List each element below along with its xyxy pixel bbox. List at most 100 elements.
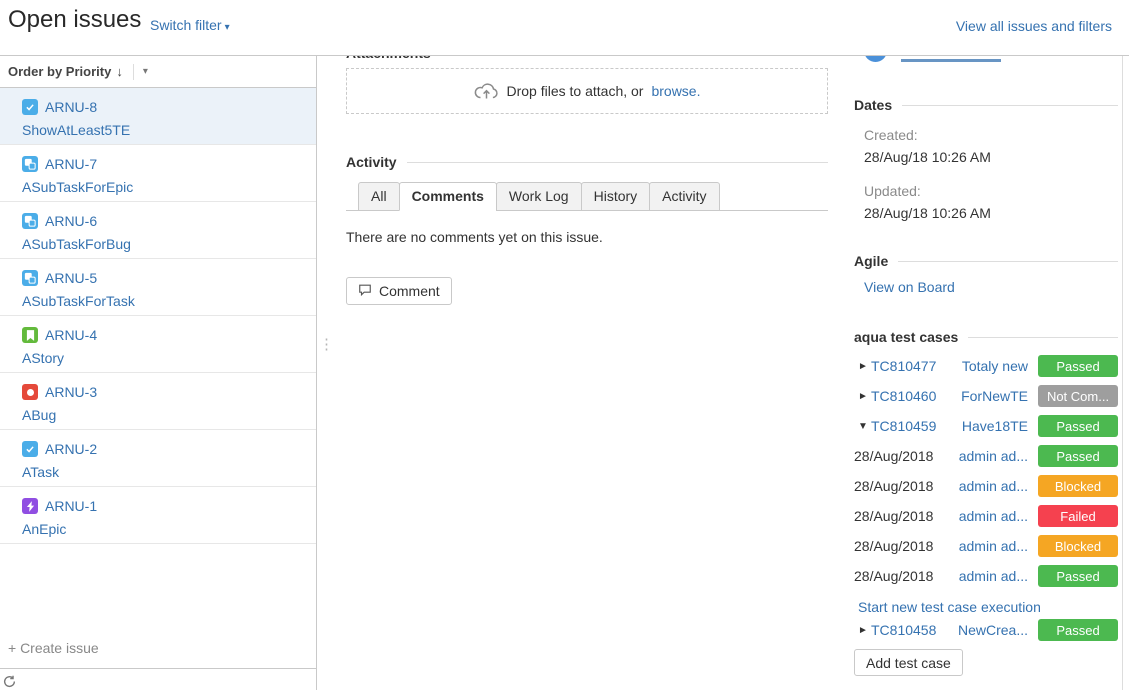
execution-user-link[interactable]: admin ad...: [933, 478, 1028, 494]
execution-row: 28/Aug/2018 admin ad... Blocked: [854, 531, 1118, 561]
issue-key-link[interactable]: ARNU-8: [45, 99, 97, 115]
epic-icon: [22, 498, 38, 514]
tab-comments[interactable]: Comments: [399, 182, 497, 211]
issue-key-link[interactable]: ARNU-5: [45, 270, 97, 286]
issue-list-item-arnu-6[interactable]: ARNU-6 ASubTaskForBug: [0, 202, 316, 259]
comment-button-label: Comment: [379, 283, 440, 299]
add-test-case-button[interactable]: Add test case: [854, 649, 963, 676]
issue-key-link[interactable]: ARNU-4: [45, 327, 97, 343]
status-badge[interactable]: Passed: [1038, 565, 1118, 587]
heading-rule: [968, 337, 1118, 338]
comment-button[interactable]: Comment: [346, 277, 452, 305]
page-header: Open issues Switch filter▾ View all issu…: [0, 0, 1129, 56]
issue-summary-link[interactable]: ASubTaskForEpic: [22, 177, 306, 197]
main-layout: Order by Priority ↓ ▾ ARNU-8 ShowAtLeast…: [0, 56, 1129, 690]
issue-key-link[interactable]: ARNU-3: [45, 384, 97, 400]
agile-heading: Agile: [854, 253, 1118, 269]
collapse-arrow-icon[interactable]: ▼: [858, 421, 871, 432]
issue-list-item-arnu-1[interactable]: ARNU-1 AnEpic: [0, 487, 316, 544]
tab-work-log[interactable]: Work Log: [496, 182, 582, 211]
execution-user-link[interactable]: admin ad...: [933, 568, 1028, 584]
view-all-issues-link[interactable]: View all issues and filters: [956, 18, 1112, 34]
create-issue-link[interactable]: + Create issue: [0, 640, 316, 668]
divider: [133, 64, 134, 80]
subtask-icon: [22, 213, 38, 229]
attachment-dropzone[interactable]: Drop files to attach, or browse.: [346, 68, 828, 114]
status-badge[interactable]: Not Com...: [1038, 385, 1118, 407]
expand-arrow-icon[interactable]: ►: [858, 391, 871, 402]
issue-summary-link[interactable]: ATask: [22, 462, 306, 482]
dates-heading: Dates: [854, 97, 1118, 113]
execution-date: 28/Aug/2018: [854, 538, 933, 554]
tab-history[interactable]: History: [581, 182, 651, 211]
test-case-link[interactable]: TC810458: [871, 622, 936, 638]
expand-arrow-icon[interactable]: ►: [858, 361, 871, 372]
status-badge[interactable]: Failed: [1038, 505, 1118, 527]
created-value: 28/Aug/18 10:26 AM: [864, 147, 1118, 167]
status-badge[interactable]: Passed: [1038, 445, 1118, 467]
scrollbar-track[interactable]: [1122, 56, 1123, 690]
issue-summary-link[interactable]: ShowAtLeast5TE: [22, 120, 306, 140]
execution-row: 28/Aug/2018 admin ad... Passed: [854, 561, 1118, 591]
test-case-name-link[interactable]: NewCrea...: [936, 622, 1028, 638]
order-by-label[interactable]: Order by Priority: [8, 64, 111, 79]
task-icon: [22, 441, 38, 457]
status-badge[interactable]: Passed: [1038, 355, 1118, 377]
issue-summary-link[interactable]: ABug: [22, 405, 306, 425]
test-case-name-link[interactable]: Have18TE: [936, 418, 1028, 434]
test-case-link[interactable]: TC810459: [871, 418, 936, 434]
issue-key-link[interactable]: ARNU-2: [45, 441, 97, 457]
expand-arrow-icon[interactable]: ►: [858, 625, 871, 636]
issue-summary-link[interactable]: ASubTaskForBug: [22, 234, 306, 254]
panel-resize-handle[interactable]: ⋮: [319, 341, 334, 349]
status-badge[interactable]: Passed: [1038, 415, 1118, 437]
test-case-name-link[interactable]: ForNewTE: [936, 388, 1028, 404]
status-badge[interactable]: Blocked: [1038, 535, 1118, 557]
subtask-icon: [22, 156, 38, 172]
issue-key-link[interactable]: ARNU-1: [45, 498, 97, 514]
status-badge[interactable]: Passed: [1038, 619, 1118, 641]
issue-summary-link[interactable]: ASubTaskForTask: [22, 291, 306, 311]
tab-activity[interactable]: Activity: [649, 182, 719, 211]
execution-date: 28/Aug/2018: [854, 568, 933, 584]
view-on-board-link[interactable]: View on Board: [864, 279, 1118, 295]
chevron-down-icon: ▾: [225, 22, 230, 33]
clipped-people-row: [854, 56, 1118, 64]
issue-list-item-arnu-2[interactable]: ARNU-2 ATask: [0, 430, 316, 487]
test-case-name-link[interactable]: Totaly new: [936, 358, 1028, 374]
issue-list-item-arnu-8[interactable]: ARNU-8 ShowAtLeast5TE: [0, 88, 316, 145]
story-icon: [22, 327, 38, 343]
issue-list-item-arnu-7[interactable]: ARNU-7 ASubTaskForEpic: [0, 145, 316, 202]
activity-tabs: All Comments Work Log History Activity: [346, 182, 828, 211]
execution-user-link[interactable]: admin ad...: [933, 508, 1028, 524]
page-title: Open issues: [8, 6, 141, 34]
heading-rule: [902, 105, 1118, 106]
created-label: Created:: [864, 125, 1118, 145]
chevron-down-icon[interactable]: ▾: [143, 66, 148, 77]
issue-key-link[interactable]: ARNU-7: [45, 156, 97, 172]
status-badge[interactable]: Blocked: [1038, 475, 1118, 497]
test-case-list: ► TC810477 Totaly new Passed ► TC810460 …: [854, 351, 1118, 591]
issue-list-item-arnu-3[interactable]: ARNU-3 ABug: [0, 373, 316, 430]
issue-summary-link[interactable]: AnEpic: [22, 519, 306, 539]
heading-rule: [898, 261, 1118, 262]
execution-row: 28/Aug/2018 admin ad... Passed: [854, 441, 1118, 471]
switch-filter-link[interactable]: Switch filter▾: [150, 17, 230, 33]
issue-list-item-arnu-5[interactable]: ARNU-5 ASubTaskForTask: [0, 259, 316, 316]
test-case-link[interactable]: TC810477: [871, 358, 936, 374]
issue-key-link[interactable]: ARNU-6: [45, 213, 97, 229]
tab-all[interactable]: All: [358, 182, 400, 211]
browse-link[interactable]: browse.: [651, 83, 700, 99]
issue-list-item-arnu-4[interactable]: ARNU-4 AStory: [0, 316, 316, 373]
updated-label: Updated:: [864, 181, 1118, 201]
execution-user-link[interactable]: admin ad...: [933, 538, 1028, 554]
refresh-icon[interactable]: [3, 675, 16, 691]
sort-direction-icon[interactable]: ↓: [116, 64, 123, 79]
execution-date: 28/Aug/2018: [854, 478, 933, 494]
issue-summary-link[interactable]: AStory: [22, 348, 306, 368]
execution-row: 28/Aug/2018 admin ad... Blocked: [854, 471, 1118, 501]
start-execution-link[interactable]: Start new test case execution: [858, 599, 1118, 615]
details-panel: Dates Created: 28/Aug/18 10:26 AM Update…: [841, 56, 1129, 690]
test-case-link[interactable]: TC810460: [871, 388, 936, 404]
execution-user-link[interactable]: admin ad...: [933, 448, 1028, 464]
